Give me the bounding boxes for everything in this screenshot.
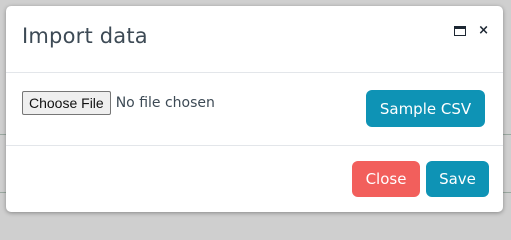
dialog-body: Choose File No file chosen Sample CSV <box>6 73 503 146</box>
import-data-dialog: Import data × Choose File No file chosen… <box>6 6 503 212</box>
close-icon[interactable]: × <box>478 24 489 37</box>
sample-csv-button[interactable]: Sample CSV <box>366 90 485 127</box>
dialog-footer: Close Save <box>6 146 503 212</box>
window-maximize-icon[interactable] <box>454 26 467 36</box>
close-button[interactable]: Close <box>352 161 420 197</box>
file-status-text: No file chosen <box>115 95 215 111</box>
save-button[interactable]: Save <box>426 161 489 197</box>
file-input: Choose File No file chosen <box>22 91 215 115</box>
header-tools: × <box>454 24 489 37</box>
dialog-title: Import data <box>22 24 148 48</box>
dialog-header: Import data × <box>6 6 503 73</box>
choose-file-button[interactable]: Choose File <box>22 91 111 115</box>
